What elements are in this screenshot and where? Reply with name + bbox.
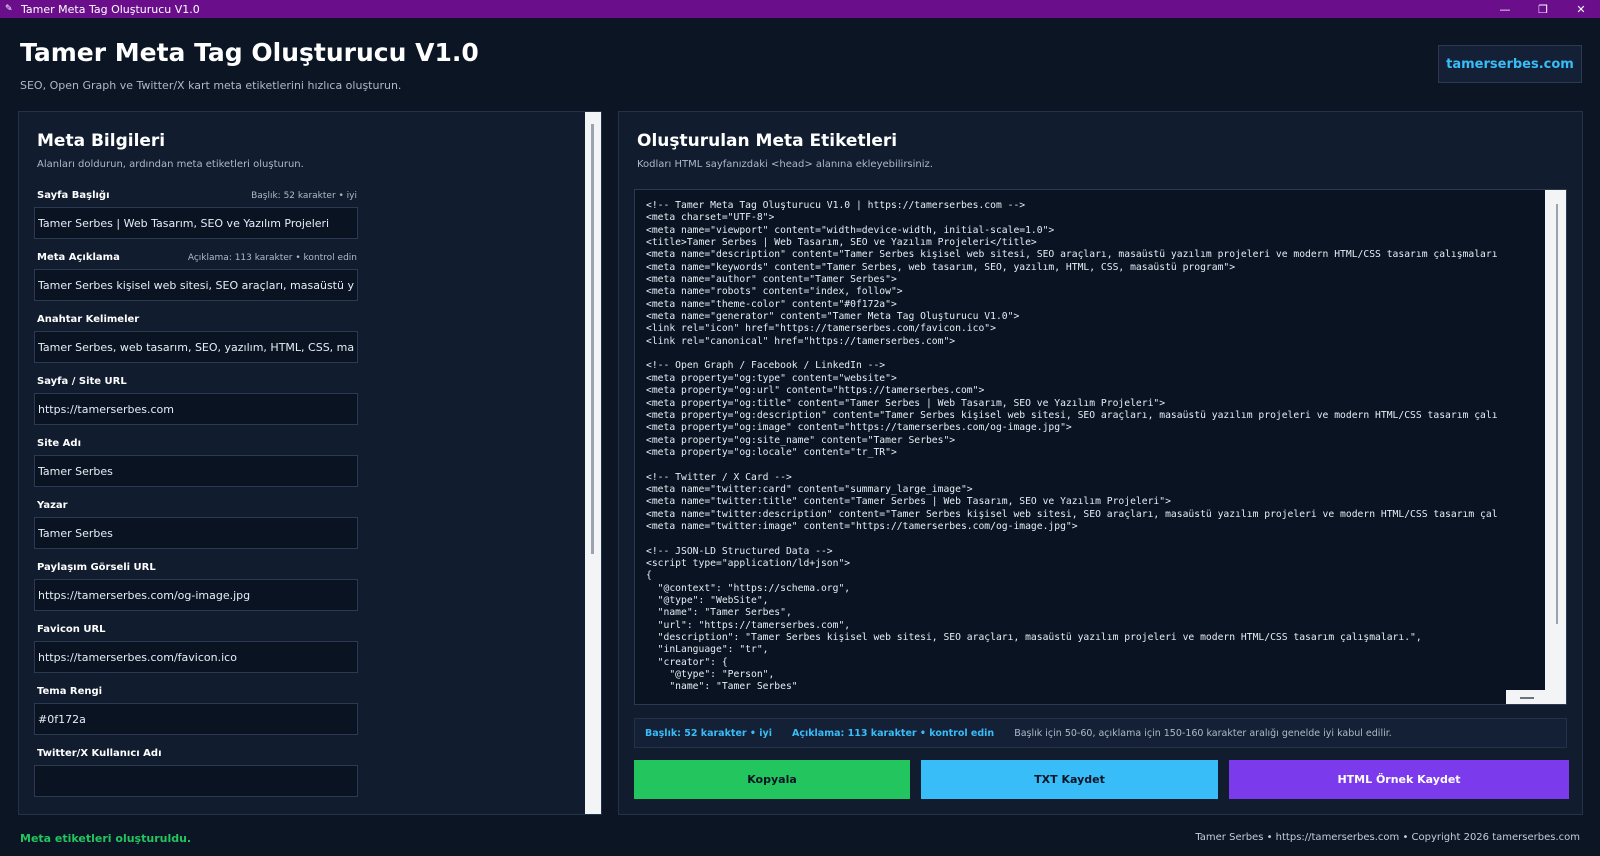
- generated-code-content[interactable]: <!-- Tamer Meta Tag Oluşturucu V1.0 | ht…: [646, 200, 1506, 696]
- window-controls: — ❐ ✕: [1486, 0, 1600, 18]
- site-name-input[interactable]: [34, 455, 358, 487]
- code-line: <meta property="og:description" content=…: [646, 409, 1498, 421]
- code-line: <!-- Open Graph / Facebook / LinkedIn --…: [646, 360, 886, 372]
- window-titlebar: ✎ Tamer Meta Tag Oluşturucu V1.0 — ❐ ✕: [0, 0, 1600, 18]
- theme-color-input[interactable]: [34, 703, 358, 735]
- status-message: Meta etiketleri oluşturuldu.: [20, 832, 192, 845]
- generated-code-textarea[interactable]: <!-- Tamer Meta Tag Oluşturucu V1.0 | ht…: [634, 189, 1567, 705]
- site-link-button[interactable]: tamerserbes.com: [1438, 45, 1582, 83]
- code-line: "creator": {: [646, 656, 728, 668]
- code-line: <meta charset="UTF-8">: [646, 212, 775, 224]
- code-line: <meta property="og:image" content="https…: [646, 422, 1072, 434]
- form-scrollbar[interactable]: [585, 112, 601, 814]
- length-tip: Başlık için 50-60, açıklama için 150-160…: [1014, 727, 1392, 739]
- form-hint: Alanları doldurun, ardından meta etiketl…: [37, 159, 304, 170]
- code-line: <meta name="description" content="Tamer …: [646, 249, 1498, 261]
- window-title: Tamer Meta Tag Oluşturucu V1.0: [21, 2, 200, 16]
- code-line: <meta name="viewport" content="width=dev…: [646, 224, 1055, 236]
- code-line: <meta name="twitter:image" content="http…: [646, 520, 1078, 532]
- code-line: <meta name="twitter:card" content="summa…: [646, 483, 973, 495]
- minimize-button[interactable]: —: [1486, 0, 1524, 18]
- code-horizontal-scrollbar-thumb[interactable]: [1520, 697, 1534, 699]
- code-vertical-scrollbar-thumb[interactable]: [1556, 204, 1558, 624]
- code-line: <meta property="og:title" content="Tamer…: [646, 397, 1166, 409]
- label-twitter-username: Twitter/X Kullanıcı Adı: [37, 748, 162, 759]
- code-line: "@context": "https://schema.org",: [646, 582, 851, 594]
- code-line: <meta name="robots" content="index, foll…: [646, 286, 903, 298]
- code-line: "@type": "Person",: [646, 669, 775, 681]
- code-line: "description": "Tamer Serbes kişisel web…: [646, 632, 1422, 644]
- page-title-input[interactable]: [34, 207, 358, 239]
- code-line: <meta property="og:site_name" content="T…: [646, 434, 956, 446]
- code-line: <meta property="og:type" content="websit…: [646, 372, 897, 384]
- code-line: <!-- Tamer Meta Tag Oluşturucu V1.0 | ht…: [646, 200, 1026, 211]
- maximize-button[interactable]: ❐: [1524, 0, 1562, 18]
- author-input[interactable]: [34, 517, 358, 549]
- code-line: <meta name="theme-color" content="#0f172…: [646, 298, 897, 310]
- code-line: <!-- JSON-LD Structured Data -->: [646, 545, 833, 557]
- app-title: Tamer Meta Tag Oluşturucu V1.0: [20, 38, 479, 67]
- code-line: <script type="application/ld+json">: [646, 557, 851, 569]
- code-line: <meta name="keywords" content="Tamer Ser…: [646, 261, 1236, 273]
- code-line: <meta name="generator" content="Tamer Me…: [646, 311, 1020, 323]
- favicon-url-input[interactable]: [34, 641, 358, 673]
- save-txt-button[interactable]: TXT Kaydet: [921, 760, 1218, 799]
- output-title: Oluşturulan Meta Etiketleri: [637, 131, 898, 151]
- twitter-username-input[interactable]: [34, 765, 358, 797]
- label-page-title: Sayfa Başlığı: [37, 190, 110, 201]
- code-line: <link rel="icon" href="https://tamerserb…: [646, 323, 996, 335]
- output-panel: Oluşturulan Meta Etiketleri Kodları HTML…: [618, 111, 1583, 815]
- code-line: "inLanguage": "tr",: [646, 644, 769, 656]
- label-meta-description: Meta Açıklama: [37, 252, 120, 263]
- code-vertical-scrollbar[interactable]: [1545, 190, 1566, 704]
- save-html-sample-button[interactable]: HTML Örnek Kaydet: [1229, 760, 1569, 799]
- meta-description-input[interactable]: [34, 269, 358, 301]
- label-theme-color: Tema Rengi: [37, 686, 103, 697]
- meta-form-panel: Meta Bilgileri Alanları doldurun, ardınd…: [18, 111, 602, 815]
- code-line: <meta property="og:locale" content="tr_T…: [646, 446, 897, 458]
- site-url-input[interactable]: [34, 393, 358, 425]
- code-line: <meta name="twitter:title" content="Tame…: [646, 496, 1171, 508]
- description-length-status: Açıklama: 113 karakter • kontrol edin: [187, 253, 357, 263]
- close-button[interactable]: ✕: [1562, 0, 1600, 18]
- copy-button[interactable]: Kopyala: [634, 760, 910, 799]
- code-line: <link rel="canonical" href="https://tame…: [646, 335, 956, 347]
- character-stats-bar: Başlık: 52 karakter • iyi Açıklama: 113 …: [634, 718, 1567, 748]
- code-line: <meta name="twitter:description" content…: [646, 508, 1498, 520]
- label-share-image-url: Paylaşım Görseli URL: [37, 562, 156, 573]
- title-char-count: Başlık: 52 karakter • iyi: [645, 727, 772, 739]
- code-line: {: [646, 570, 652, 582]
- description-char-count: Açıklama: 113 karakter • kontrol edin: [791, 727, 995, 739]
- footer-copyright: Tamer Serbes • https://tamerserbes.com •…: [1195, 832, 1580, 843]
- form-title: Meta Bilgileri: [37, 131, 166, 151]
- label-favicon-url: Favicon URL: [37, 624, 106, 635]
- code-line: <title>Tamer Serbes | Web Tasarım, SEO v…: [646, 237, 1037, 249]
- label-author: Yazar: [37, 500, 68, 511]
- code-line: "name": "Tamer Serbes",: [646, 607, 792, 619]
- code-line: <meta name="author" content="Tamer Serbe…: [646, 274, 897, 286]
- form-scrollbar-thumb[interactable]: [591, 124, 594, 554]
- label-site-name: Site Adı: [37, 438, 81, 449]
- code-line: <!-- Twitter / X Card -->: [646, 471, 792, 483]
- code-line: "@type": "WebSite",: [646, 595, 769, 606]
- share-image-url-input[interactable]: [34, 579, 358, 611]
- label-keywords: Anahtar Kelimeler: [37, 314, 140, 325]
- keywords-input[interactable]: [34, 331, 358, 363]
- app-feather-icon: ✎: [5, 4, 13, 14]
- code-line: "name": "Tamer Serbes": [646, 681, 798, 693]
- code-line: <meta property="og:url" content="https:/…: [646, 385, 985, 397]
- code-line: "url": "https://tamerserbes.com",: [646, 619, 851, 631]
- code-horizontal-scrollbar[interactable]: [1506, 690, 1546, 704]
- label-site-url: Sayfa / Site URL: [37, 376, 127, 387]
- app-subtitle: SEO, Open Graph ve Twitter/X kart meta e…: [20, 79, 402, 92]
- title-length-status: Başlık: 52 karakter • iyi: [251, 191, 357, 201]
- output-hint: Kodları HTML sayfanızdaki <head> alanına…: [637, 159, 933, 170]
